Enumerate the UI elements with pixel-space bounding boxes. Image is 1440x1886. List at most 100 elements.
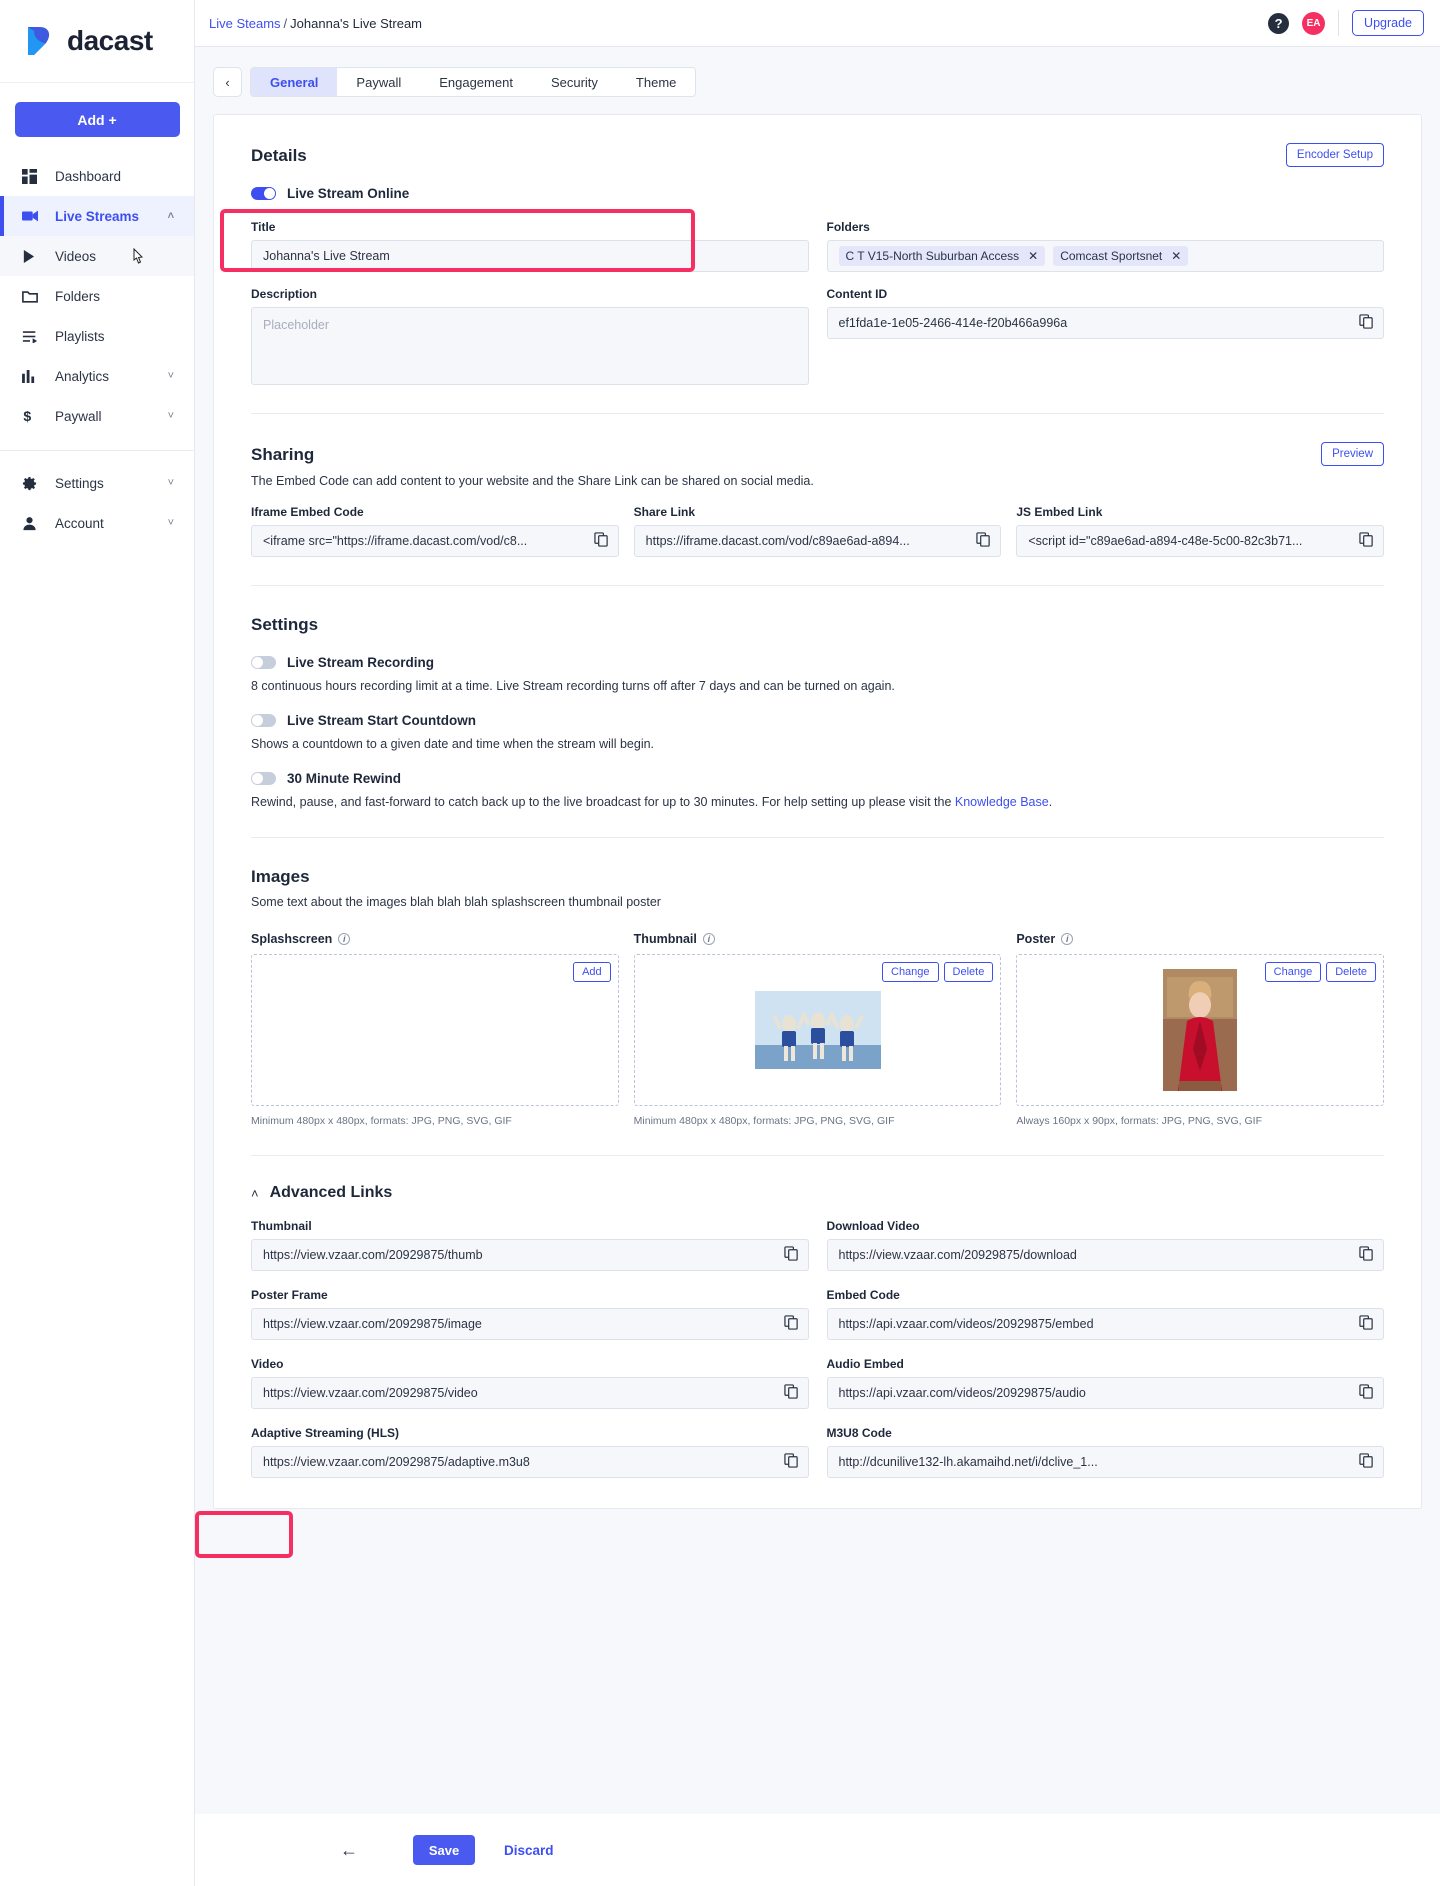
copy-icon[interactable] [976, 532, 991, 550]
sidebar-item-settings[interactable]: Settings ˅ [0, 463, 194, 503]
live-stream-online-row[interactable]: Live Stream Online [251, 186, 1384, 201]
share-link-input[interactable]: https://iframe.dacast.com/vod/c89ae6ad-a… [634, 525, 1002, 557]
copy-icon[interactable] [1359, 1453, 1374, 1471]
add-button[interactable]: Add [573, 962, 611, 982]
poster-actions: Change Delete [1265, 962, 1376, 982]
sidebar-item-videos[interactable]: Videos [0, 236, 194, 276]
advanced-link-input[interactable]: https://view.vzaar.com/20929875/image [251, 1308, 809, 1340]
help-icon[interactable]: ? [1268, 13, 1289, 34]
sidebar-item-dashboard[interactable]: Dashboard [0, 156, 194, 196]
back-arrow-icon[interactable]: ← [340, 1840, 358, 1861]
delete-button[interactable]: Delete [1326, 962, 1376, 982]
brand-logo[interactable]: dacast [0, 0, 194, 83]
back-button[interactable]: ‹ [213, 67, 242, 97]
start-countdown-toggle[interactable] [251, 714, 276, 727]
change-button[interactable]: Change [882, 962, 939, 982]
advanced-link-input[interactable]: https://api.vzaar.com/videos/20929875/em… [827, 1308, 1385, 1340]
info-icon[interactable]: i [338, 933, 350, 945]
field-label: Poster Frame [251, 1288, 809, 1302]
sidebar-item-playlists[interactable]: Playlists [0, 316, 194, 356]
rewind-toggle[interactable] [251, 772, 276, 785]
dacast-logo-icon [22, 23, 58, 59]
title-field-group: Title Johanna's Live Stream [251, 220, 809, 272]
info-icon[interactable]: i [703, 933, 715, 945]
live-stream-recording-toggle[interactable] [251, 656, 276, 669]
thumbnail-dropzone[interactable]: Change Delete [634, 954, 1002, 1106]
preview-button[interactable]: Preview [1321, 442, 1384, 466]
splashscreen-dropzone[interactable]: Add [251, 954, 619, 1106]
advanced-links-grid: Thumbnail https://view.vzaar.com/2092987… [251, 1202, 1384, 1478]
copy-icon[interactable] [1359, 1384, 1374, 1402]
copy-icon[interactable] [1359, 1315, 1374, 1333]
tab-paywall[interactable]: Paywall [337, 68, 420, 96]
divider [1338, 10, 1339, 36]
copy-icon[interactable] [784, 1315, 799, 1333]
advanced-link-input[interactable]: https://view.vzaar.com/20929875/adaptive… [251, 1446, 809, 1478]
encoder-setup-button[interactable]: Encoder Setup [1286, 143, 1384, 167]
chevron-up-icon[interactable]: ˄ [168, 210, 174, 222]
description-textarea[interactable]: Placeholder [251, 307, 809, 385]
poster-caption: Always 160px x 90px, formats: JPG, PNG, … [1016, 1115, 1384, 1127]
iframe-embed-input[interactable]: <iframe src="https://iframe.dacast.com/v… [251, 525, 619, 557]
add-button[interactable]: Add + [15, 102, 180, 137]
copy-icon[interactable] [784, 1246, 799, 1264]
content-id-input[interactable]: ef1fda1e-1e05-2466-414e-f20b466a996a [827, 307, 1385, 339]
copy-icon[interactable] [1359, 314, 1374, 332]
chevron-down-icon[interactable]: ˅ [168, 410, 174, 422]
tab-general[interactable]: General [251, 68, 337, 96]
copy-icon[interactable] [784, 1384, 799, 1402]
rewind-row[interactable]: 30 Minute Rewind [251, 771, 1384, 786]
js-embed-input[interactable]: <script id="c89ae6ad-a894-c48e-5c00-82c3… [1016, 525, 1384, 557]
advanced-link-adaptive-streaming: Adaptive Streaming (HLS) https://view.vz… [251, 1426, 809, 1478]
field-label: Embed Code [827, 1288, 1385, 1302]
folder-icon [22, 290, 44, 303]
tab-theme[interactable]: Theme [617, 68, 695, 96]
advanced-link-input[interactable]: https://view.vzaar.com/20929875/download [827, 1239, 1385, 1271]
sidebar-item-folders[interactable]: Folders [0, 276, 194, 316]
live-stream-online-toggle[interactable] [251, 187, 276, 200]
tab-security[interactable]: Security [532, 68, 617, 96]
title-input[interactable]: Johanna's Live Stream [251, 240, 809, 272]
sidebar-item-paywall[interactable]: $ Paywall ˅ [0, 396, 194, 436]
advanced-link-input[interactable]: http://dcunilive132-lh.akamaihd.net/i/dc… [827, 1446, 1385, 1478]
discard-button[interactable]: Discard [498, 1842, 560, 1859]
close-icon[interactable]: ✕ [1171, 249, 1181, 263]
copy-icon[interactable] [1359, 1246, 1374, 1264]
poster-dropzone[interactable]: Change Delete [1016, 954, 1384, 1106]
save-button[interactable]: Save [413, 1835, 475, 1865]
splashscreen-caption: Minimum 480px x 480px, formats: JPG, PNG… [251, 1115, 619, 1127]
sidebar-item-analytics[interactable]: Analytics ˅ [0, 356, 194, 396]
close-icon[interactable]: ✕ [1028, 249, 1038, 263]
tab-engagement[interactable]: Engagement [420, 68, 532, 96]
advanced-links-header[interactable]: ˄ Advanced Links [251, 1184, 1384, 1202]
advanced-link-input[interactable]: https://view.vzaar.com/20929875/thumb [251, 1239, 809, 1271]
start-countdown-row[interactable]: Live Stream Start Countdown [251, 713, 1384, 728]
delete-button[interactable]: Delete [944, 962, 994, 982]
advanced-link-embed-code: Embed Code https://api.vzaar.com/videos/… [827, 1288, 1385, 1340]
gear-icon [22, 476, 44, 491]
knowledge-base-link[interactable]: Knowledge Base [955, 795, 1049, 809]
breadcrumb-root-link[interactable]: Live Steams [209, 16, 281, 31]
chevron-down-icon[interactable]: ˅ [168, 370, 174, 382]
info-icon[interactable]: i [1061, 933, 1073, 945]
divider [251, 1155, 1384, 1156]
advanced-link-input[interactable]: https://view.vzaar.com/20929875/video [251, 1377, 809, 1409]
sidebar-item-live-streams[interactable]: Live Streams ˄ [0, 196, 194, 236]
avatar[interactable]: EA [1302, 12, 1325, 35]
live-stream-recording-row[interactable]: Live Stream Recording [251, 655, 1384, 670]
upgrade-button[interactable]: Upgrade [1352, 10, 1424, 36]
start-countdown-label: Live Stream Start Countdown [287, 713, 476, 728]
copy-icon[interactable] [1359, 532, 1374, 550]
chevron-up-icon[interactable]: ˄ [251, 1186, 259, 1201]
folder-chip[interactable]: Comcast Sportsnet ✕ [1053, 246, 1188, 266]
chevron-down-icon[interactable]: ˅ [168, 517, 174, 529]
sidebar-item-account[interactable]: Account ˅ [0, 503, 194, 543]
change-button[interactable]: Change [1265, 962, 1322, 982]
folder-chip[interactable]: C T V15-North Suburban Access ✕ [839, 246, 1046, 266]
poster-preview-image [1163, 969, 1237, 1091]
advanced-link-input[interactable]: https://api.vzaar.com/videos/20929875/au… [827, 1377, 1385, 1409]
folders-input[interactable]: C T V15-North Suburban Access ✕ Comcast … [827, 240, 1385, 272]
copy-icon[interactable] [594, 532, 609, 550]
chevron-down-icon[interactable]: ˅ [168, 477, 174, 489]
copy-icon[interactable] [784, 1453, 799, 1471]
